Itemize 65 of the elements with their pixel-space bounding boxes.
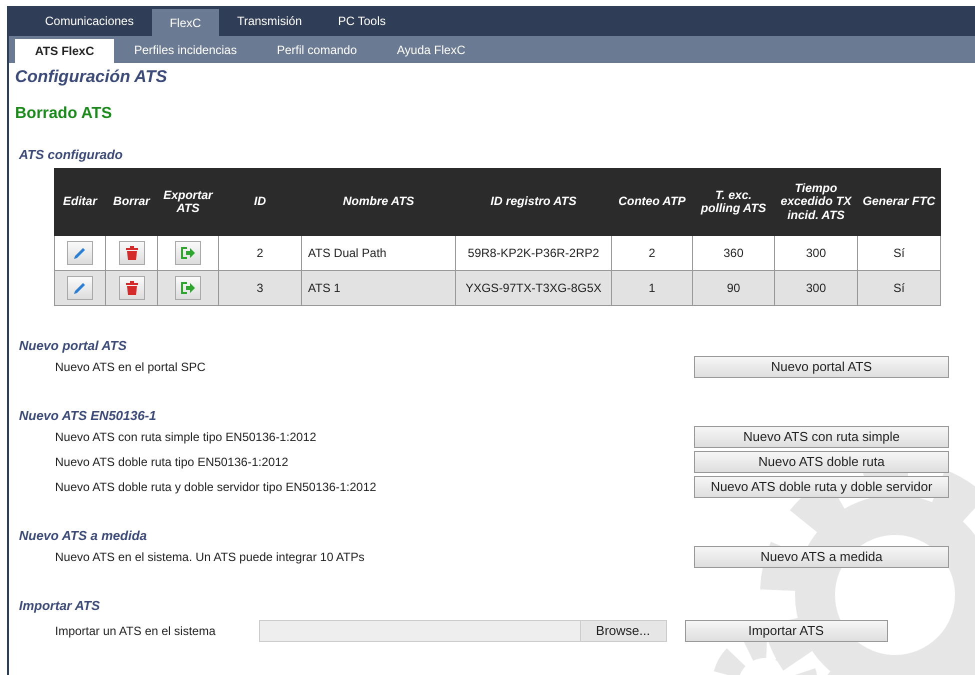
table-cell: Sí [858, 236, 940, 270]
table-cell: 1 [612, 270, 692, 306]
sub-tab[interactable]: Perfil comando [256, 36, 377, 63]
table-cell: 2 [218, 236, 302, 270]
export-button[interactable] [175, 241, 201, 265]
menu-tab[interactable]: Comunicaciones [27, 6, 152, 36]
table-cell: 300 [774, 270, 858, 306]
action-button[interactable]: Nuevo ATS a medida [694, 546, 949, 568]
column-header: Conteo ATP [612, 168, 692, 236]
export-arrow-icon [180, 245, 196, 261]
table-cell: YXGS-97TX-T3XG-8G5X [456, 270, 612, 306]
column-header: Editar [54, 168, 106, 236]
table-cell: 59R8-KP2K-P36R-2RP2 [456, 236, 612, 270]
table-cell: ATS Dual Path [302, 236, 456, 270]
item-label: Importar un ATS en el sistema [55, 624, 216, 638]
import-button[interactable]: Importar ATS [684, 620, 888, 642]
section-title: Nuevo ATS a medida [19, 528, 148, 543]
menu-tab[interactable]: FlexC [152, 9, 220, 36]
column-header: Generar FTC [858, 168, 940, 236]
export-arrow-icon [180, 280, 196, 296]
delete-button[interactable] [118, 241, 144, 265]
sub-tab[interactable]: Ayuda FlexC [376, 36, 486, 63]
column-header: T. exc. polling ATS [692, 168, 774, 236]
sub-tab[interactable]: ATS FlexC [15, 39, 114, 63]
trash-icon [124, 280, 138, 296]
table-cell: 360 [692, 236, 774, 270]
column-header: ID [218, 168, 302, 236]
page-title: Configuración ATS [15, 67, 168, 87]
action-button[interactable]: Nuevo portal ATS [694, 356, 949, 378]
sub-tab[interactable]: Perfiles incidencias [114, 36, 257, 63]
item-label: Nuevo ATS en el portal SPC [55, 360, 206, 374]
section-title: Nuevo portal ATS [19, 338, 128, 353]
export-button[interactable] [175, 276, 201, 300]
pencil-icon [72, 245, 88, 261]
table-cell: 2 [612, 236, 692, 270]
section-title: ATS configurado [19, 147, 124, 162]
section-title: Importar ATS [19, 598, 101, 613]
section-title: Nuevo ATS EN50136-1 [19, 408, 158, 423]
trash-icon [124, 245, 138, 261]
item-label: Nuevo ATS en el sistema. Un ATS puede integrar 10 ATPs [55, 550, 364, 564]
action-button[interactable]: Nuevo ATS con ruta simple [694, 426, 949, 448]
action-button[interactable]: Nuevo ATS doble ruta y doble servidor [694, 476, 949, 498]
table-cell: ATS 1 [302, 270, 456, 306]
edit-button[interactable] [67, 276, 93, 300]
column-header: Nombre ATS [302, 168, 456, 236]
column-header: Tiempo excedido TX incid. ATS [774, 168, 858, 236]
delete-link[interactable]: Borrado ATS [15, 105, 112, 123]
column-header: ID registro ATS [456, 168, 612, 236]
table-cell: Sí [858, 270, 940, 306]
delete-button[interactable] [118, 276, 144, 300]
edit-button[interactable] [67, 241, 93, 265]
table-cell: 3 [218, 270, 302, 306]
menu-tab[interactable]: Transmisión [219, 6, 320, 36]
menu-tab[interactable]: PC Tools [320, 6, 404, 36]
item-label: Nuevo ATS doble ruta y doble servidor tipo EN50136-1:2012 [55, 480, 376, 494]
column-header: Borrar [106, 168, 158, 236]
table-cell: 90 [692, 270, 774, 306]
pencil-icon [72, 280, 88, 296]
item-label: Nuevo ATS doble ruta tipo EN50136-1:2012 [55, 454, 288, 468]
table-cell: 300 [774, 236, 858, 270]
file-field[interactable]: Browse... [258, 620, 667, 642]
action-button[interactable]: Nuevo ATS doble ruta [694, 450, 949, 472]
item-label: Nuevo ATS con ruta simple tipo EN50136-1:2012 [55, 430, 316, 444]
column-header: Exportar ATS [158, 168, 218, 236]
browse-button[interactable]: Browse... [580, 620, 666, 640]
